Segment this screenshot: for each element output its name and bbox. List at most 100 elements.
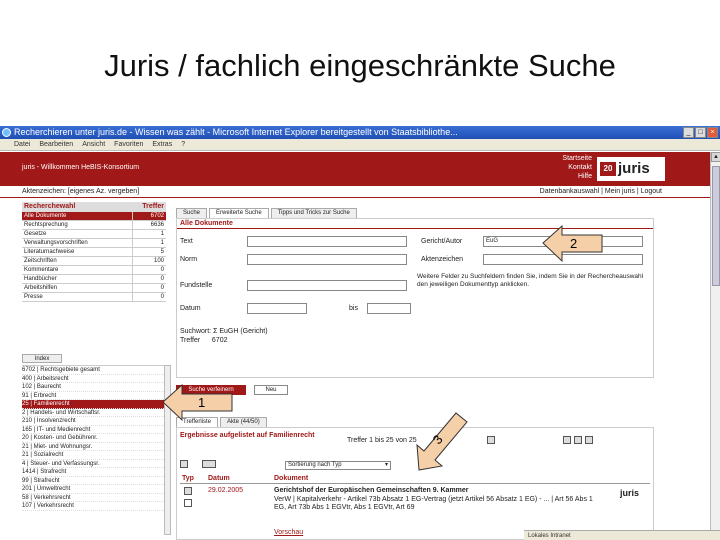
top-navigation[interactable]: Datenbankauswahl | Mein juris | Logout — [540, 186, 662, 198]
subject-area-tree: 6702 | Rechtsgebiete gesamt 400 | Arbeit… — [22, 365, 166, 540]
tree-item[interactable]: 21 | Sozialrecht — [22, 451, 166, 460]
category-row[interactable]: Verwaltungsvorschriften 1 — [22, 239, 166, 248]
document-court: Gerichtshof der Europäischen Gemeinschaf… — [274, 487, 469, 494]
slide-title: Juris / fachlich eingeschränkte Suche — [104, 48, 616, 83]
juris-page: juris - Willkommen HeBIS-Konsortium Star… — [0, 152, 710, 540]
select-all-checkbox[interactable] — [180, 460, 188, 468]
tree-item[interactable]: 99 | Strafrecht — [22, 477, 166, 485]
category-row[interactable]: Alle Dokumente 6702 — [22, 212, 166, 221]
norm-input[interactable] — [247, 254, 407, 265]
tree-scrollbar[interactable] — [164, 365, 171, 535]
browser-screenshot: Recherchieren unter juris.de - Wissen wa… — [0, 126, 720, 540]
tree-item[interactable]: 1414 | Strafrecht — [22, 468, 166, 477]
menu-help[interactable]: ? — [181, 139, 185, 150]
category-row[interactable]: Kommentare 0 — [22, 266, 166, 275]
tree-item[interactable]: 2 | Handels- und Wirtschaftsr. — [22, 409, 166, 417]
tab-trefferliste[interactable]: Trefferliste — [176, 417, 219, 427]
date-to-input[interactable] — [367, 303, 411, 314]
label-fundstelle: Fundstelle — [180, 282, 213, 289]
tab-tipps[interactable]: Tipps und Tricks zur Suche — [270, 208, 357, 218]
menu-bearbeiten[interactable]: Bearbeiten — [39, 139, 73, 150]
row-checkbox[interactable] — [184, 499, 192, 507]
annotation-2: 2 — [570, 236, 578, 251]
window-title: Recherchieren unter juris.de - Wissen wa… — [14, 127, 458, 137]
tree-item[interactable]: 102 | Baurecht — [22, 383, 166, 392]
maximize-button[interactable]: □ — [695, 127, 706, 138]
tree-item[interactable]: 20 | Kosten- und Gebührenr. — [22, 434, 166, 443]
save-icon[interactable] — [563, 436, 571, 444]
results-toolbar — [563, 436, 593, 444]
aktenzeichen-input[interactable] — [483, 254, 643, 265]
tree-item[interactable]: 165 | IT- und Medienrecht — [22, 426, 166, 434]
print-icon[interactable] — [574, 436, 582, 444]
category-row[interactable]: Presse 0 — [22, 293, 166, 302]
page-number-icon[interactable] — [487, 436, 495, 444]
suchwort-text: Suchwort: Σ EuGH (Gericht) — [180, 328, 268, 335]
category-row[interactable]: Literaturnachweise 5 — [22, 248, 166, 257]
category-row[interactable]: Handbücher 0 — [22, 275, 166, 284]
form-hint: Weitere Felder zu Suchfeldern finden Sie… — [417, 273, 644, 288]
logo-text: juris — [618, 160, 650, 177]
tree-item-selected[interactable]: 25 | Familienrecht — [22, 400, 166, 409]
link-startseite[interactable]: Startseite — [538, 154, 592, 163]
menu-datei[interactable]: Datei — [14, 139, 30, 150]
form-heading: Alle Dokumente — [177, 219, 653, 229]
column-typ[interactable]: Typ — [182, 475, 194, 482]
tree-item[interactable]: 107 | Verkehrsrecht — [22, 502, 166, 511]
label-bis: bis — [349, 305, 358, 312]
gericht-input[interactable]: EuG — [483, 236, 643, 247]
folder-icon[interactable] — [202, 460, 216, 468]
vertical-scrollbar[interactable]: ▲ — [710, 152, 720, 540]
label-gericht: Gericht/Autor — [421, 238, 463, 245]
column-datum[interactable]: Datum — [208, 475, 230, 482]
date-from-input[interactable] — [247, 303, 307, 314]
category-row[interactable]: Arbeitshilfen 0 — [22, 284, 166, 293]
results-count: Treffer 1 bis 25 von 25 — [347, 437, 417, 444]
sort-select[interactable]: Sortierung nach Typ ▾ — [285, 461, 391, 470]
new-search-button[interactable]: Neu — [254, 385, 288, 395]
tree-item[interactable]: 400 | Arbeitsrecht — [22, 375, 166, 383]
menu-extras[interactable]: Extras — [152, 139, 172, 150]
scroll-up-icon[interactable]: ▲ — [711, 152, 720, 162]
preview-link[interactable]: Vorschau — [274, 529, 303, 538]
tree-item[interactable]: 201 | Umweltrecht — [22, 485, 166, 494]
document-summary[interactable]: Gerichtshof der Europäischen Gemeinschaf… — [274, 487, 594, 513]
category-row[interactable]: Rechtsprechung 6636 — [22, 221, 166, 230]
document-date[interactable]: 29.02.2005 — [208, 487, 243, 496]
results-panel: Ergebnisse aufgelistet auf Familienrecht… — [176, 427, 654, 540]
tree-item[interactable]: 210 | Insolvenzrecht — [22, 417, 166, 426]
minimize-button[interactable]: _ — [683, 127, 694, 138]
link-kontakt[interactable]: Kontakt — [538, 163, 592, 172]
sub-navigation: Aktenzeichen: [eigenes Az. vergeben] Dat… — [0, 186, 710, 198]
fundstelle-input[interactable] — [247, 280, 407, 291]
menu-favoriten[interactable]: Favoriten — [114, 139, 143, 150]
tab-erweiterte-suche[interactable]: Erweiterte Suche — [209, 208, 269, 218]
tab-akte[interactable]: Akte (44/50) — [220, 417, 267, 427]
tree-item[interactable]: 6702 | Rechtsgebiete gesamt — [22, 366, 166, 375]
column-dokument[interactable]: Dokument — [274, 475, 308, 482]
header-band: juris - Willkommen HeBIS-Konsortium Star… — [0, 152, 710, 186]
label-datum: Datum — [180, 305, 201, 312]
close-button[interactable]: × — [707, 127, 718, 138]
tree-item[interactable]: 21 | Miet- und Wohnungsr. — [22, 443, 166, 451]
tab-suche[interactable]: Suche — [176, 208, 208, 218]
chevron-down-icon: ▾ — [384, 462, 388, 468]
mail-icon[interactable] — [585, 436, 593, 444]
tree-item[interactable]: 4 | Steuer- und Verfassungsr. — [22, 460, 166, 468]
link-hilfe[interactable]: Hilfe — [538, 172, 592, 181]
search-form: Alle Dokumente Text Norm Fundstelle Datu… — [176, 218, 654, 378]
scroll-thumb[interactable] — [712, 166, 720, 286]
aktenzeichen-link[interactable]: Aktenzeichen: [eigenes Az. vergeben] — [22, 186, 139, 198]
tree-item[interactable]: 58 | Verkehrsrecht — [22, 494, 166, 502]
label-aktenzeichen: Aktenzeichen — [421, 256, 464, 263]
column-header: Typ Datum Dokument — [180, 474, 650, 484]
menu-ansicht[interactable]: Ansicht — [82, 139, 105, 150]
tab-index[interactable]: Index — [22, 354, 62, 363]
category-row[interactable]: Gesetze 1 — [22, 230, 166, 239]
juris-logo: 20 juris — [597, 157, 665, 181]
category-row[interactable]: Zeitschriften 100 — [22, 257, 166, 266]
tree-item[interactable]: 91 | Erbrecht — [22, 392, 166, 400]
research-selection-header: Recherchewahl Treffer — [22, 202, 166, 212]
refine-search-button[interactable]: Suche verfeinern — [176, 385, 246, 395]
text-input[interactable] — [247, 236, 407, 247]
